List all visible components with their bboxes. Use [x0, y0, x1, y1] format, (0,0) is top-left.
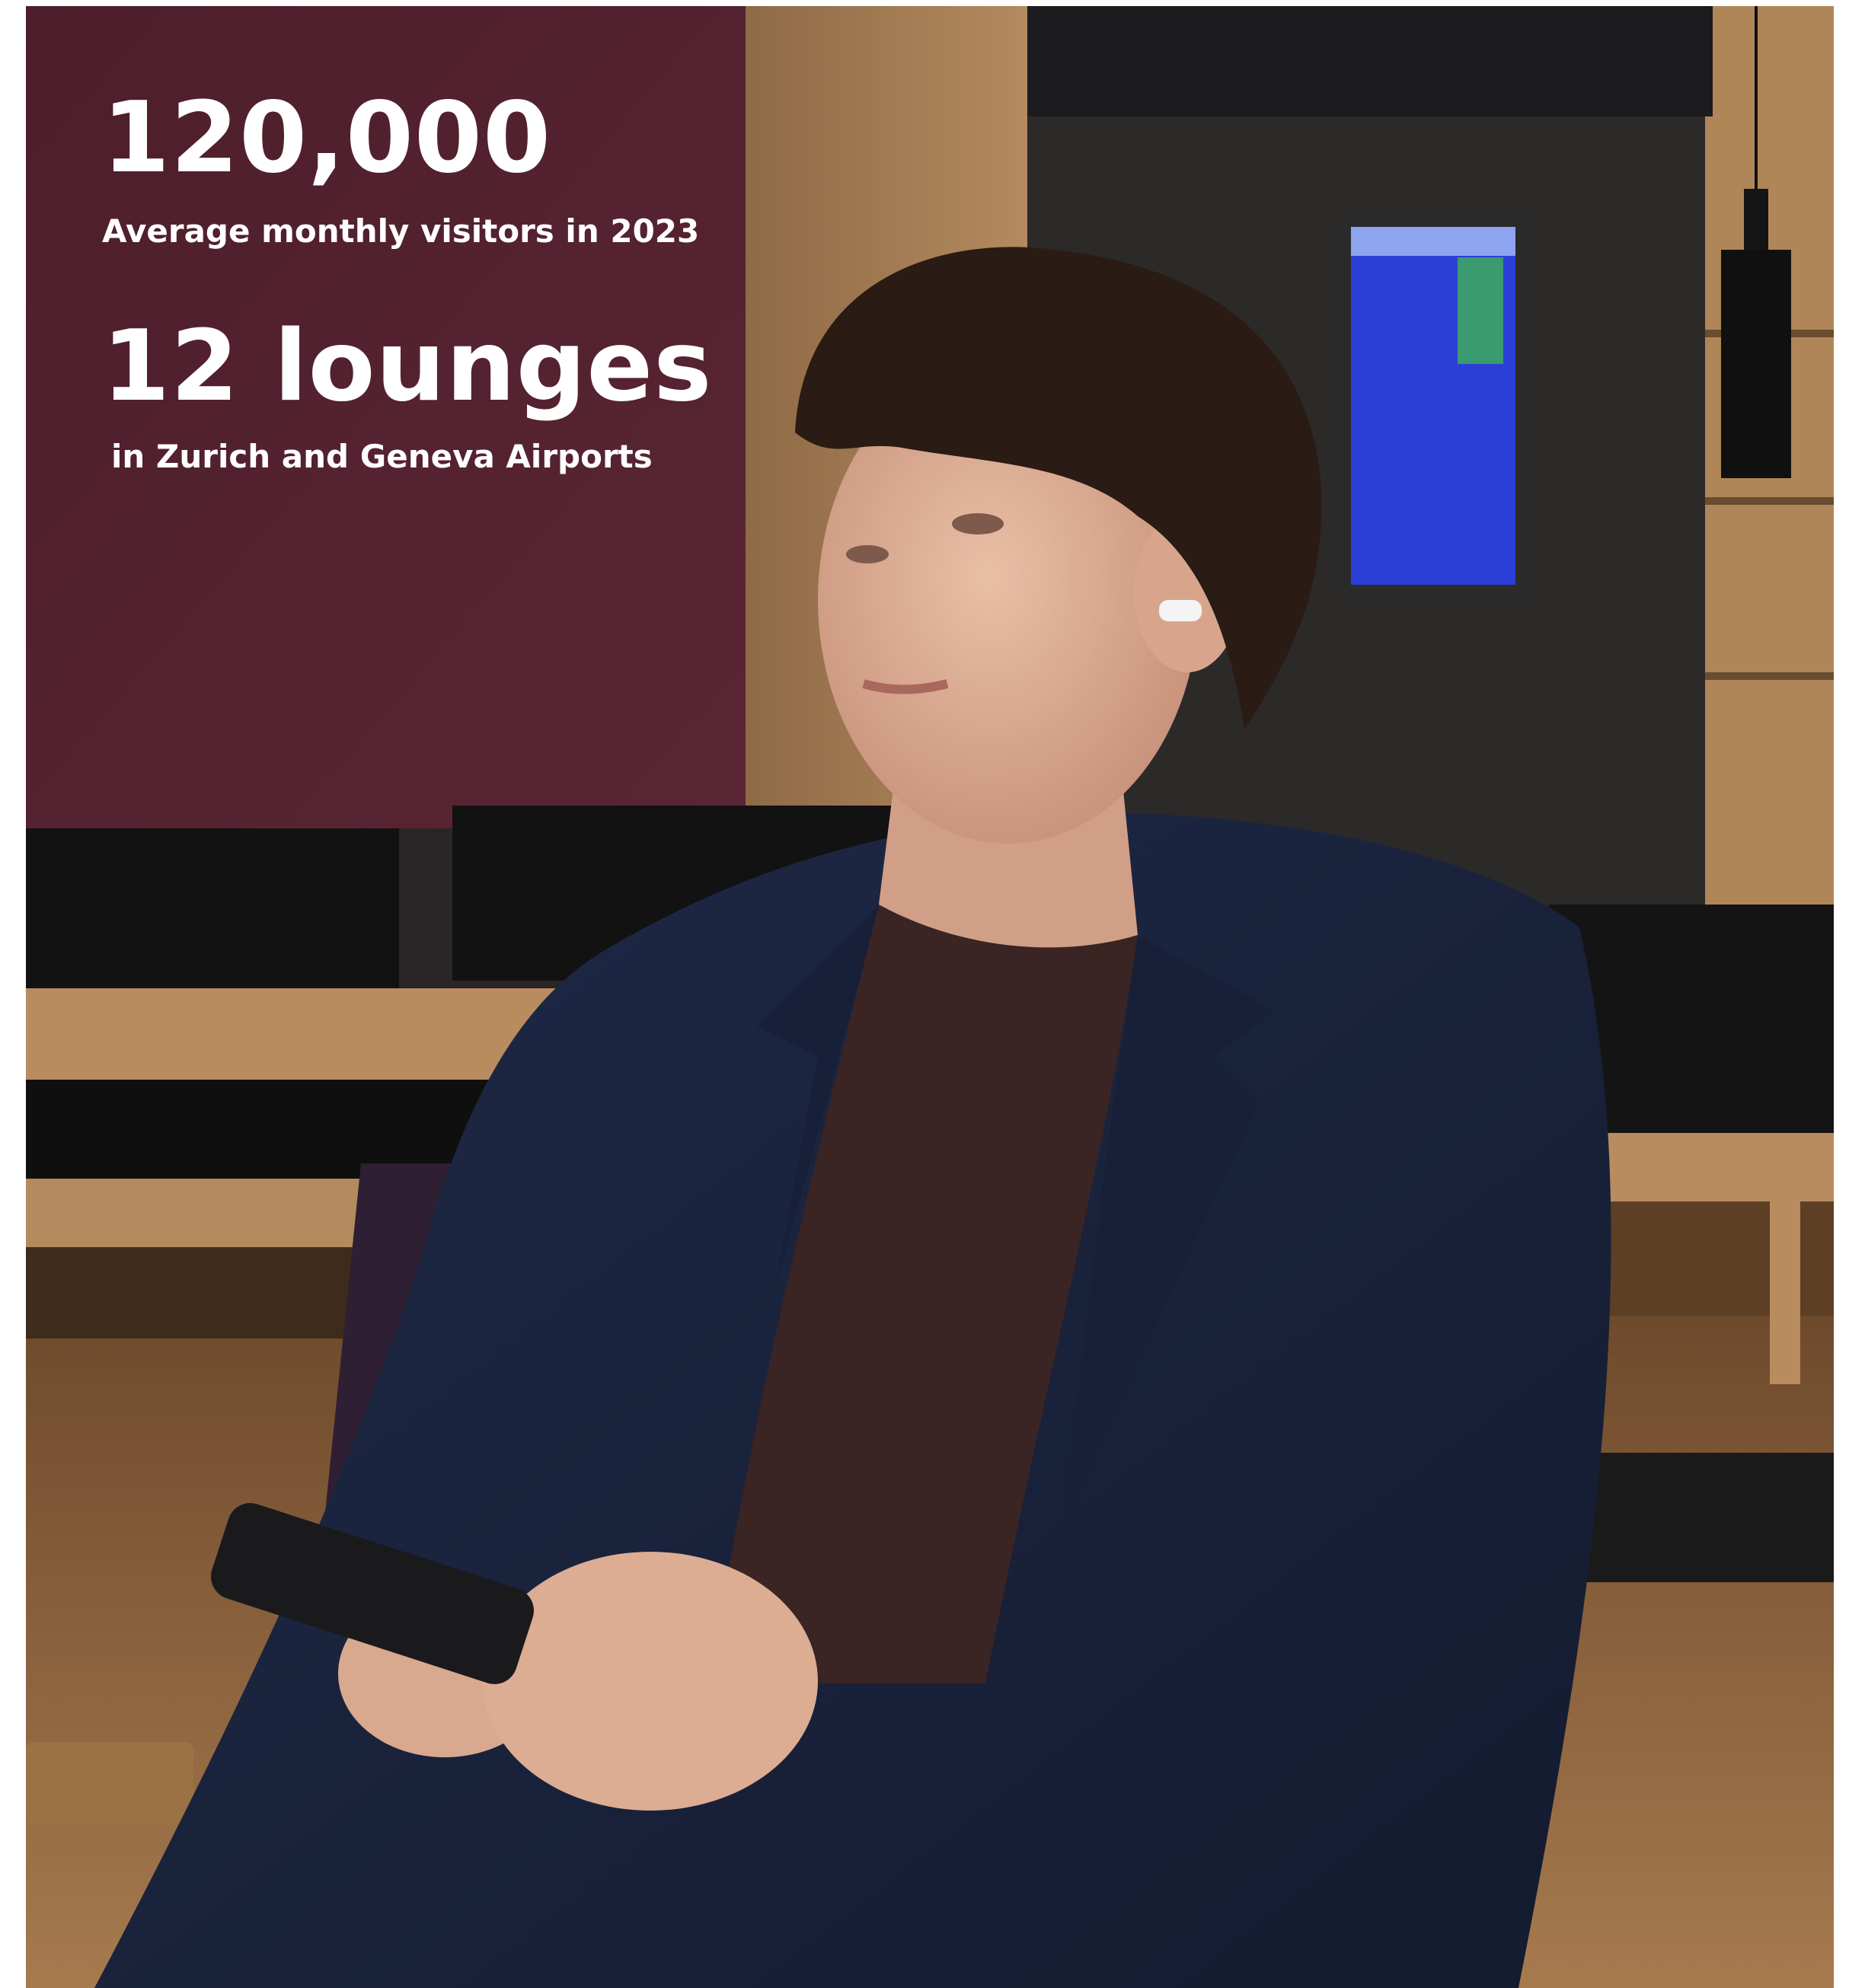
maroon-wall [26, 6, 746, 828]
pendant-lamp [1744, 189, 1768, 250]
lounge-photo [26, 6, 1834, 1988]
earbud [1159, 600, 1202, 621]
right-hand [483, 1552, 818, 1811]
lounge-photo-illustration [26, 6, 1834, 1988]
